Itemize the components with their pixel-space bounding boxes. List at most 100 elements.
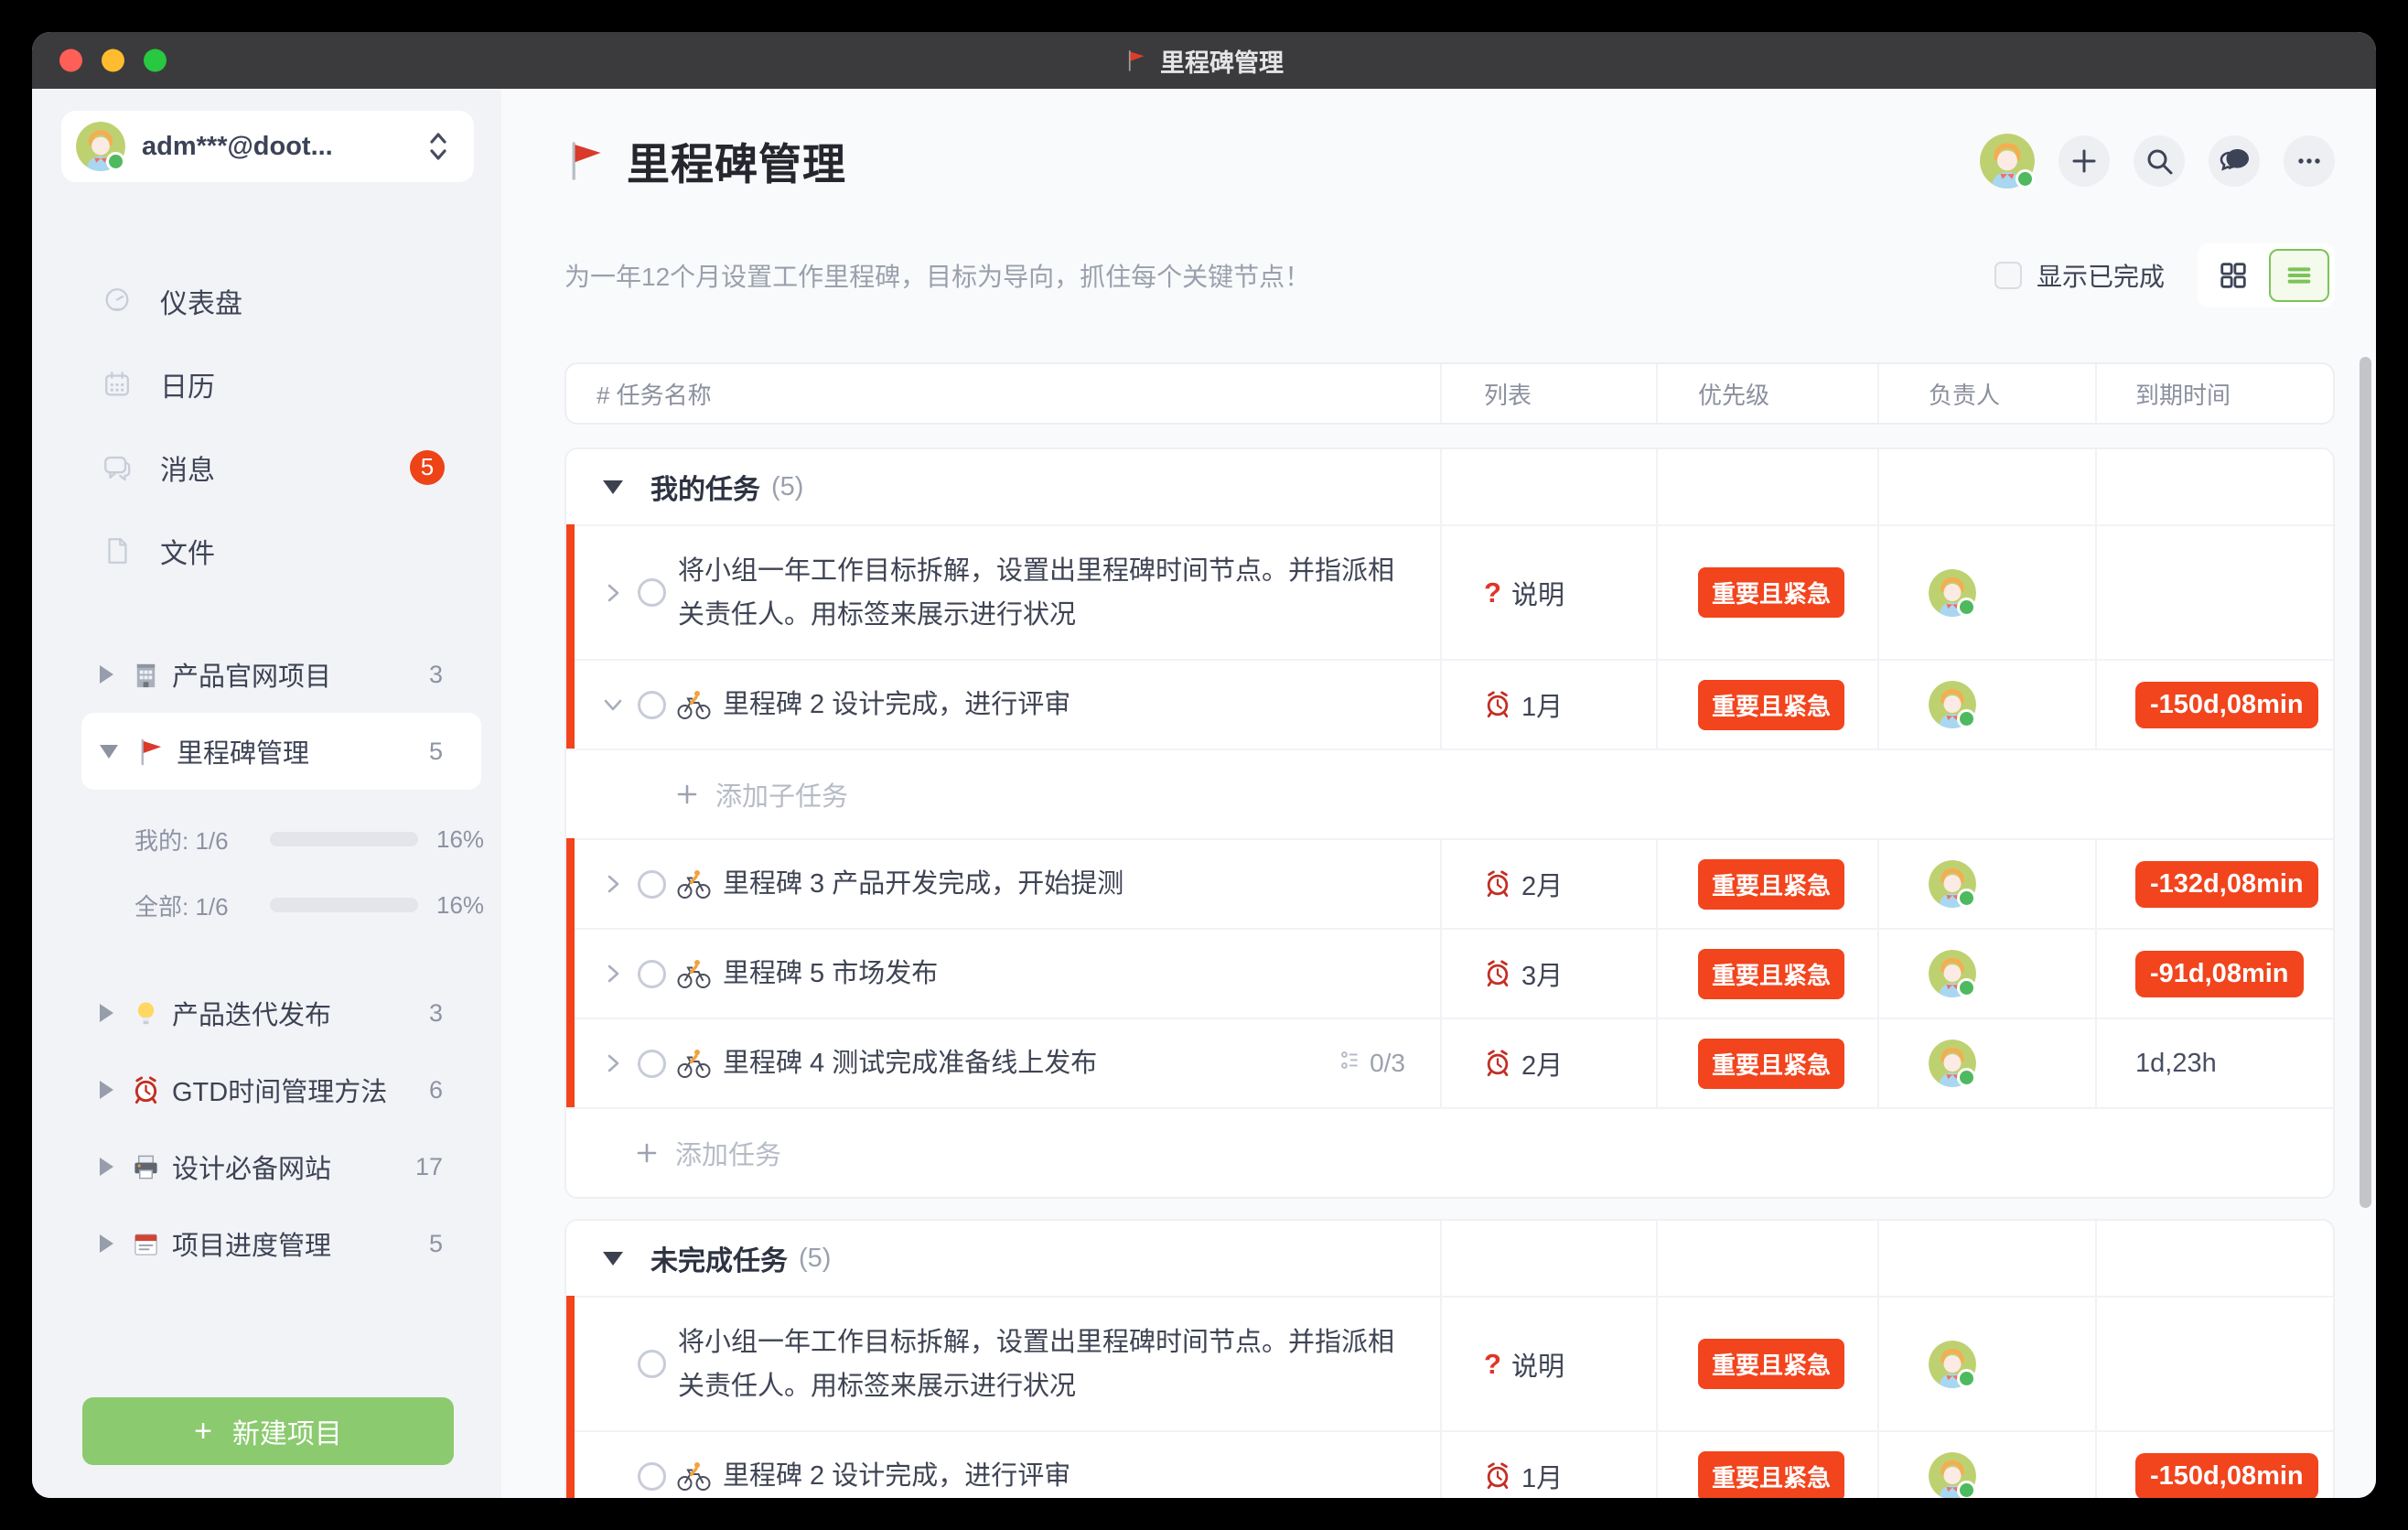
task-row[interactable]: 里程碑 5 市场发布 3月 重要且紧急 -91d,08min [566,928,2333,1018]
account-switcher[interactable]: adm***@doot... [61,111,474,182]
task-complete-circle[interactable] [638,578,666,607]
red-flag-icon [564,140,607,182]
menu-label: 仪表盘 [160,281,242,321]
task-complete-circle[interactable] [638,691,666,719]
add-task-row[interactable]: 添加子任务 [566,749,2333,838]
show-completed-checkbox[interactable] [1994,262,2022,289]
collapse-triangle-icon[interactable] [100,665,113,684]
sidebar-project-item[interactable]: 产品官网项目 3 [81,636,481,713]
task-complete-circle[interactable] [638,960,666,988]
search-button[interactable] [2134,135,2185,187]
sidebar-project-item[interactable]: 产品迭代发布 3 [81,975,481,1051]
close-button[interactable] [59,49,82,72]
task-row[interactable]: 里程碑 2 设计完成，进行评审 1月 重要且紧急 -150d,08min [566,659,2333,749]
progress-row: 全部: 1/6 16% [32,872,501,938]
building-emoji-icon [132,661,160,689]
task-complete-circle[interactable] [638,1462,666,1491]
expand-chevron-icon[interactable] [601,962,625,986]
expand-chevron-icon[interactable] [601,581,625,605]
project-list: 产品官网项目 3 里程碑管理 5 我的: 1/6 16% 全部: 1/6 16%… [32,636,501,1282]
table-header: # 任务名称 列表 优先级 负责人 到期时间 [564,362,2335,425]
group-count: (5) [799,1244,831,1274]
add-button[interactable] [2059,135,2110,187]
priority-tag: 重要且紧急 [1698,567,1844,618]
tearoff-calendar-emoji-icon [132,1230,160,1258]
collapse-triangle-icon[interactable] [100,1004,113,1022]
assignee-avatar [1929,569,1976,617]
task-row[interactable]: 将小组一年工作目标拆解，设置出里程碑时间节点。并指派相关责任人。用标签来展示进行… [566,524,2333,659]
collapse-triangle-icon[interactable] [603,1252,623,1266]
collapse-triangle-icon[interactable] [100,745,118,759]
user-avatar[interactable] [1980,134,2035,189]
task-group-header[interactable]: 我的任务 (5) [566,449,2333,524]
subtask-counter: 0/3 [1339,1049,1405,1078]
task-title: 里程碑 4 测试完成准备线上发布 [723,1041,1097,1085]
group-count: (5) [771,472,803,502]
task-complete-circle[interactable] [638,1350,666,1378]
expand-chevron-icon[interactable] [601,1352,625,1376]
assignee-avatar [1929,681,1976,728]
titlebar[interactable]: 里程碑管理 [32,32,2376,89]
screen: 里程碑管理 adm***@doot... 仪表盘 日历 消息 5 文件 [0,0,2408,1530]
bulb-emoji-icon [132,999,160,1028]
collapse-triangle-icon[interactable] [100,1081,113,1099]
search-icon [2143,145,2176,178]
sidebar-menu-item[interactable]: 日历 [32,342,501,426]
window-title: 里程碑管理 [1124,43,1284,79]
due-time: 1d,23h [2135,1049,2217,1079]
sidebar-menu: 仪表盘 日历 消息 5 文件 [32,259,501,592]
cyclist-icon [677,690,711,720]
task-title: 里程碑 2 设计完成，进行评审 [723,683,1070,727]
sidebar-project-item[interactable]: 里程碑管理 5 [81,713,481,790]
chat-button[interactable] [2209,135,2260,187]
list-label: 说明 [1511,1345,1564,1384]
sidebar-project-item[interactable]: GTD时间管理方法 6 [81,1051,481,1128]
scrollbar-thumb[interactable] [2360,357,2371,1208]
zoom-button[interactable] [144,49,167,72]
collapse-triangle-icon[interactable] [100,1234,113,1253]
expand-chevron-icon[interactable] [601,1051,625,1075]
minimize-button[interactable] [102,49,124,72]
task-row[interactable]: 将小组一年工作目标拆解，设置出里程碑时间节点。并指派相关责任人。用标签来展示进行… [566,1296,2333,1430]
account-name: adm***@doot... [142,132,426,162]
expand-chevron-icon[interactable] [601,1464,625,1488]
task-row[interactable]: 里程碑 3 产品开发完成，开始提测 2月 重要且紧急 -132d,08min [566,838,2333,928]
task-title: 将小组一年工作目标拆解，设置出里程碑时间节点。并指派相关责任人。用标签来展示进行… [678,549,1401,637]
assignee-avatar [1929,1040,1976,1087]
column-header: 列表 [1440,364,1656,423]
red-flag-emoji-icon [136,738,165,766]
sidebar-project-item[interactable]: 项目进度管理 5 [81,1205,481,1282]
show-completed-label: 显示已完成 [2037,257,2165,294]
expand-chevron-icon[interactable] [601,693,625,717]
collapse-triangle-icon[interactable] [100,1158,113,1176]
sidebar-menu-item[interactable]: 消息 5 [32,426,501,509]
task-group-header[interactable]: 未完成任务 (5) [566,1221,2333,1296]
list-view-button[interactable] [2269,249,2329,302]
expand-chevron-icon[interactable] [601,872,625,896]
task-row[interactable]: 里程碑 4 测试完成准备线上发布 0/3 2月 重要且紧急 1d,23h [566,1018,2333,1107]
question-mark-icon: ? [1484,576,1501,609]
group-rows: 将小组一年工作目标拆解，设置出里程碑时间节点。并指派相关责任人。用标签来展示进行… [566,524,2333,1197]
task-complete-circle[interactable] [638,1050,666,1078]
plus-icon: + [194,1414,212,1449]
column-header: # 任务名称 [566,364,1440,423]
grid-view-button[interactable] [2203,249,2263,302]
page-title: 里程碑管理 [627,129,846,192]
messages-icon [102,452,133,483]
priority-tag: 重要且紧急 [1698,1339,1844,1389]
collapse-triangle-icon[interactable] [603,480,623,494]
sidebar-project-item[interactable]: 设计必备网站 17 [81,1128,481,1205]
plus-icon [2068,145,2101,178]
cyclist-icon [677,1049,711,1079]
cyclist-icon [677,959,711,989]
task-complete-circle[interactable] [638,870,666,899]
more-button[interactable] [2284,135,2335,187]
sidebar-menu-item[interactable]: 文件 [32,509,501,592]
main-panel: 里程碑管理 [501,89,2376,1498]
sidebar-menu-item[interactable]: 仪表盘 [32,259,501,342]
task-row[interactable]: 里程碑 2 设计完成，进行评审 1月 重要且紧急 -150d,08min [566,1430,2333,1498]
add-task-row[interactable]: 添加任务 [566,1107,2333,1197]
project-count: 3 [429,661,443,689]
view-toggle [2198,243,2335,307]
new-project-button[interactable]: + 新建项目 [82,1397,454,1465]
